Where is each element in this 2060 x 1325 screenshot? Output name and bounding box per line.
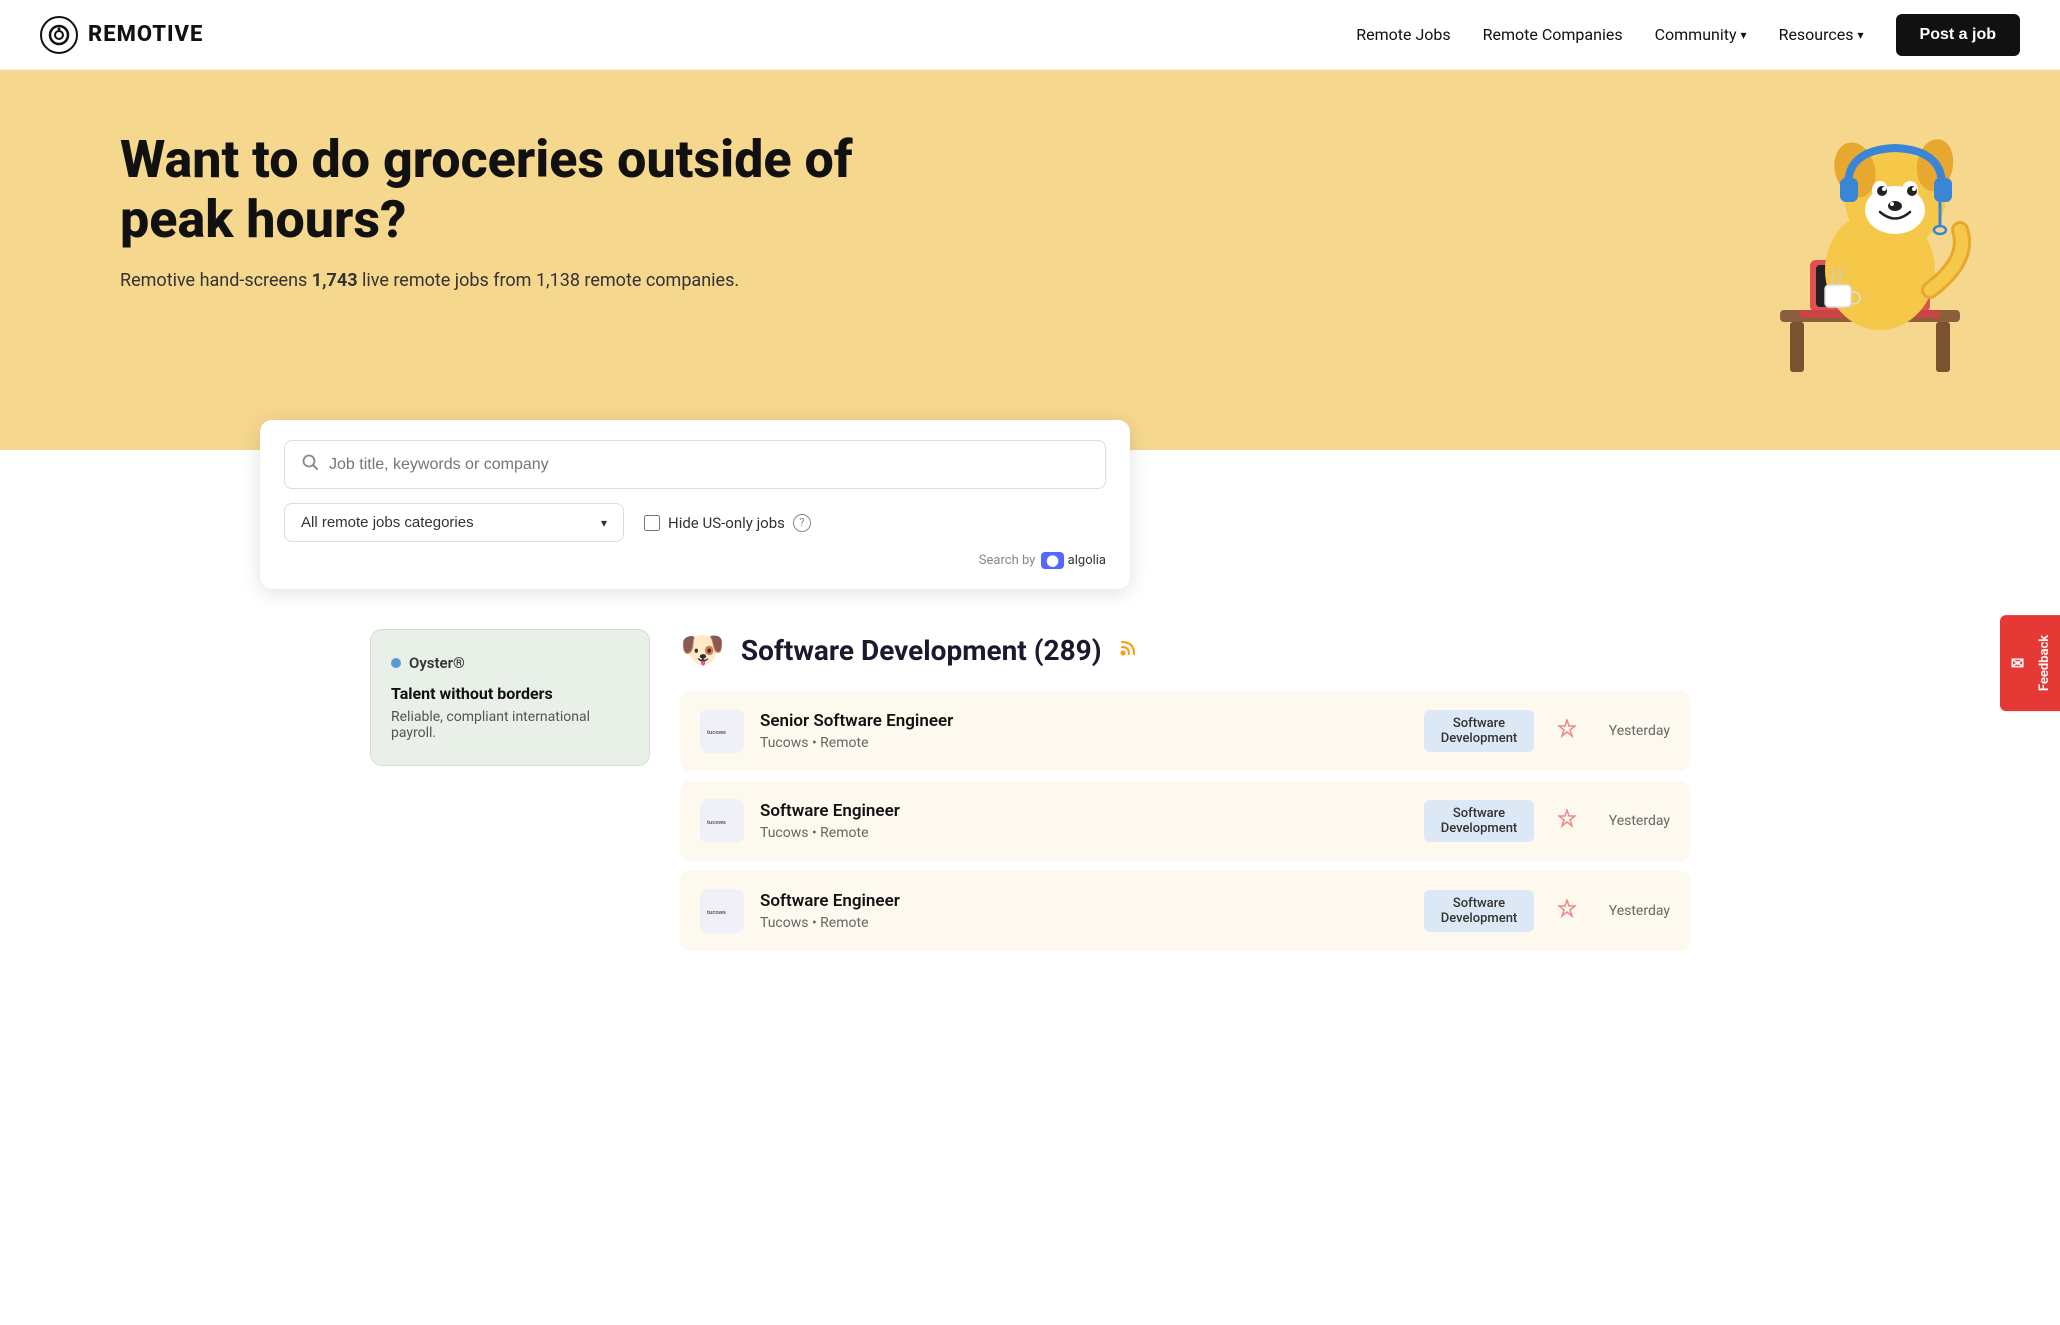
nav-remote-companies[interactable]: Remote Companies <box>1483 25 1623 44</box>
category-dropdown[interactable]: All remote jobs categories <box>301 514 593 531</box>
job-info: Senior Software Engineer Tucows • Remote <box>760 711 1408 751</box>
table-row[interactable]: tucows Software Engineer Tucows • Remote… <box>680 871 1690 951</box>
hide-us-label: Hide US-only jobs <box>668 514 785 532</box>
nav-resources[interactable]: Resources <box>1779 25 1864 44</box>
logo-text: REMOTIVE <box>88 22 203 47</box>
job-info: Software Engineer Tucows • Remote <box>760 891 1408 931</box>
post-job-button[interactable]: Post a job <box>1896 14 2020 56</box>
algolia-logo: ⬤ <box>1041 552 1063 569</box>
category-title: Software Development (289) <box>741 634 1102 667</box>
job-date: Yesterday <box>1600 723 1670 739</box>
nav-community[interactable]: Community <box>1655 25 1747 44</box>
job-date: Yesterday <box>1600 903 1670 919</box>
hero-title: Want to do groceries outside of peak hou… <box>120 130 870 250</box>
job-date: Yesterday <box>1600 813 1670 829</box>
hide-us-row: Hide US-only jobs ? <box>644 514 811 532</box>
algolia-badge: ⬤ algolia <box>1041 552 1106 569</box>
ad-dot-icon <box>391 658 401 668</box>
search-icon <box>301 453 319 476</box>
job-tag: SoftwareDevelopment <box>1424 890 1534 932</box>
hero-section: Want to do groceries outside of peak hou… <box>0 70 2060 450</box>
company-logo: tucows <box>700 709 744 753</box>
table-row[interactable]: tucows Software Engineer Tucows • Remote… <box>680 781 1690 861</box>
search-row2: All remote jobs categories ▾ Hide US-onl… <box>284 503 1106 542</box>
hero-content: Want to do groceries outside of peak hou… <box>120 130 870 291</box>
chevron-down-icon: ▾ <box>601 516 607 530</box>
category-emoji: 🐶 <box>680 629 725 671</box>
category-count: (289) <box>1034 634 1102 667</box>
help-icon[interactable]: ? <box>793 514 811 532</box>
logo-link[interactable]: REMOTIVE <box>40 16 203 54</box>
rss-icon[interactable] <box>1118 638 1138 663</box>
sidebar: Oyster® Talent without borders Reliable,… <box>370 629 650 961</box>
nav-remote-jobs[interactable]: Remote Jobs <box>1356 25 1450 44</box>
job-tag: SoftwareDevelopment <box>1424 800 1534 842</box>
job-meta: Tucows • Remote <box>760 915 1408 931</box>
envelope-icon: ✉ <box>2008 653 2027 672</box>
ad-company-name: Oyster® <box>409 654 465 672</box>
hero-subtitle: Remotive hand-screens 1,743 live remote … <box>120 270 870 291</box>
svg-text:tucows: tucows <box>707 730 726 736</box>
job-tag: SoftwareDevelopment <box>1424 710 1534 752</box>
pin-icon[interactable] <box>1558 809 1576 834</box>
ad-card[interactable]: Oyster® Talent without borders Reliable,… <box>370 629 650 766</box>
job-title: Senior Software Engineer <box>760 711 1408 731</box>
navbar: REMOTIVE Remote Jobs Remote Companies Co… <box>0 0 2060 70</box>
ad-logo-row: Oyster® <box>391 654 629 672</box>
svg-text:tucows: tucows <box>707 910 726 916</box>
svg-text:tucows: tucows <box>707 820 726 826</box>
pin-icon[interactable] <box>1558 899 1576 924</box>
company-logo: tucows <box>700 889 744 933</box>
ad-tagline: Talent without borders <box>391 684 629 703</box>
search-input-row <box>284 440 1106 489</box>
search-wrapper: All remote jobs categories ▾ Hide US-onl… <box>260 420 1130 589</box>
search-input[interactable] <box>329 456 1089 474</box>
logo-icon <box>40 16 78 54</box>
main-layout: Oyster® Talent without borders Reliable,… <box>330 589 1730 1001</box>
feedback-label: Feedback <box>2037 634 2052 690</box>
category-header: 🐶 Software Development (289) <box>680 629 1690 671</box>
job-meta: Tucows • Remote <box>760 825 1408 841</box>
company-logo: tucows <box>700 799 744 843</box>
job-title: Software Engineer <box>760 891 1408 911</box>
table-row[interactable]: tucows Senior Software Engineer Tucows •… <box>680 691 1690 771</box>
job-title: Software Engineer <box>760 801 1408 821</box>
nav-links: Remote Jobs Remote Companies Community R… <box>1356 14 2020 56</box>
pin-icon[interactable] <box>1558 719 1576 744</box>
job-meta: Tucows • Remote <box>760 735 1408 751</box>
job-info: Software Engineer Tucows • Remote <box>760 801 1408 841</box>
job-listings: 🐶 Software Development (289) tucows <box>680 629 1690 961</box>
category-select[interactable]: All remote jobs categories ▾ <box>284 503 624 542</box>
hero-illustration <box>1740 90 2000 390</box>
hide-us-checkbox[interactable] <box>644 515 660 531</box>
search-by-row: Search by ⬤ algolia <box>284 552 1106 569</box>
feedback-tab[interactable]: ✉ Feedback <box>2000 614 2060 710</box>
ad-description: Reliable, compliant international payrol… <box>391 709 629 741</box>
